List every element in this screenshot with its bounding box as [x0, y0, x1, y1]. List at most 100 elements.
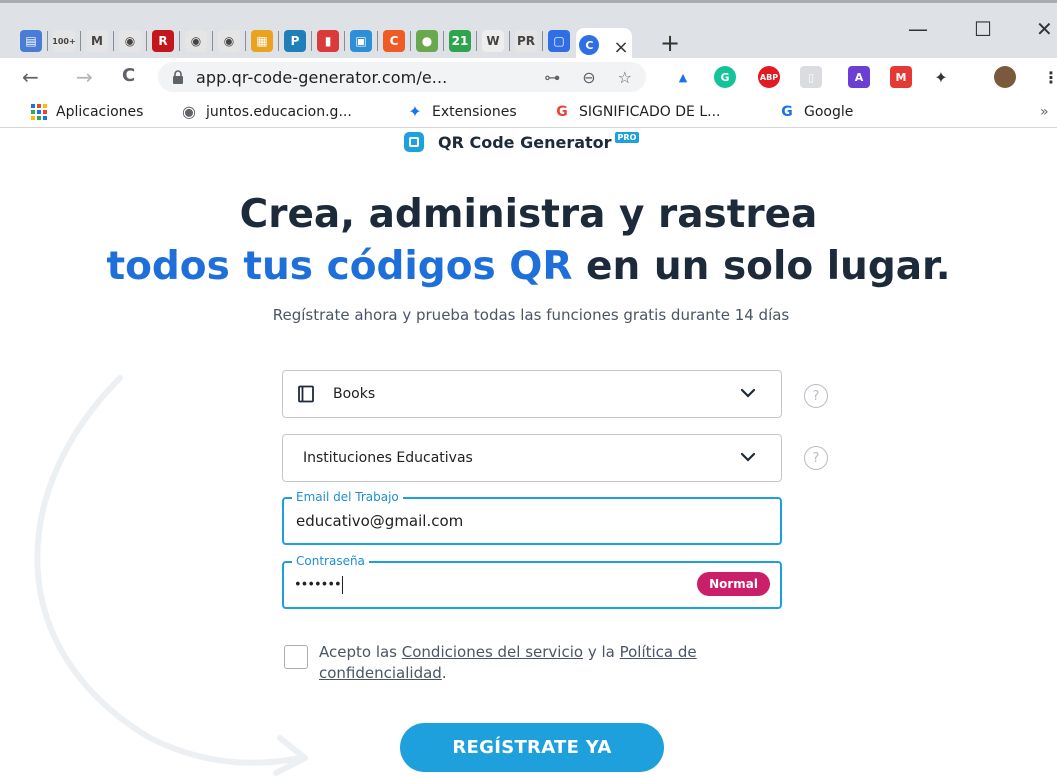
bookmarks-overflow-icon[interactable]: »: [1040, 104, 1049, 120]
email-field[interactable]: Email del Trabajo educativo@gmail.com: [282, 490, 782, 545]
maximize-icon[interactable]: ☐: [974, 17, 992, 41]
red-r-icon[interactable]: R: [152, 30, 174, 52]
category-select[interactable]: Books: [282, 370, 782, 418]
category-value: Books: [333, 386, 376, 402]
orange-c-icon[interactable]: C: [383, 30, 405, 52]
purple-a-icon[interactable]: A: [848, 66, 870, 88]
profile-avatar-icon[interactable]: [994, 66, 1016, 88]
red-m-icon[interactable]: M: [890, 66, 912, 88]
tab-separator: [509, 31, 510, 51]
email-value[interactable]: educativo@gmail.com: [296, 512, 463, 530]
globe-icon[interactable]: ◉: [185, 30, 207, 52]
calendar-icon[interactable]: ▤: [20, 30, 42, 52]
brand-logo[interactable]: QR Code Generator PRO: [404, 131, 640, 152]
active-tab[interactable]: C ×: [576, 28, 632, 62]
terms-of-service-link[interactable]: Condiciones del servicio: [402, 643, 583, 661]
reload-icon[interactable]: C: [122, 65, 135, 86]
tab-list: ▤ 100+ M ◉ R ◉ ◉ ▦ P ▮ ▣ C ● 21 W PR ▢ C × +: [20, 27, 680, 62]
tab-separator: [80, 31, 81, 51]
page-content: QR Code Generator PRO Crea, administra y…: [0, 128, 1057, 776]
password-strength-badge: Normal: [697, 572, 770, 596]
bookmark-google[interactable]: G Google: [778, 103, 853, 121]
pr-icon[interactable]: PR: [515, 30, 537, 52]
tab-separator: [410, 31, 411, 51]
terms-text: Acepto las Condiciones del servicio y la…: [319, 643, 697, 682]
register-button[interactable]: REGÍSTRATE YA: [400, 723, 664, 772]
close-window-icon[interactable]: ✕: [1036, 17, 1053, 41]
bookmark-label: SIGNIFICADO DE L...: [579, 103, 721, 120]
tab-separator: [542, 31, 543, 51]
puzzle-app-icon[interactable]: ▦: [251, 30, 273, 52]
category-help-icon[interactable]: ?: [804, 384, 828, 408]
book-icon[interactable]: ▮: [317, 30, 339, 52]
tab-separator: [245, 31, 246, 51]
bookmark-extensiones[interactable]: ✦ Extensiones: [406, 102, 517, 121]
zoom-icon[interactable]: ⊖: [582, 68, 595, 87]
url-text[interactable]: app.qr-code-generator.com/e...: [196, 68, 447, 87]
forward-icon[interactable]: →: [76, 65, 93, 89]
new-tab-icon[interactable]: +: [660, 29, 680, 57]
bookmarks-bar: Aplicaciones ◉ juntos.educacion.g... ✦ E…: [0, 96, 1057, 128]
password-field[interactable]: Contraseña ••••••• Normal: [282, 554, 782, 609]
headline-line-1: Crea, administra y rastrea: [239, 192, 818, 237]
colorful-circle-icon[interactable]: ●: [416, 30, 438, 52]
globe-icon[interactable]: ◉: [218, 30, 240, 52]
bookmark-label: juntos.educacion.g...: [206, 103, 352, 120]
brand-name: QR Code Generator: [438, 132, 612, 152]
tool-icon[interactable]: ▣: [350, 30, 372, 52]
tab-separator: [311, 31, 312, 51]
headline-highlight: todos tus códigos QR: [106, 244, 573, 289]
tab-separator: [47, 31, 48, 51]
bookmark-juntos[interactable]: ◉ juntos.educacion.g...: [180, 102, 352, 121]
gmail-counter-icon[interactable]: 100+: [52, 30, 76, 52]
tab-separator: [212, 31, 213, 51]
lock-icon: [173, 70, 183, 84]
menu-dots-icon[interactable]: ⋮: [1040, 66, 1057, 88]
globe-icon[interactable]: ◉: [119, 30, 141, 52]
green-21-icon[interactable]: 21: [449, 30, 471, 52]
tab-separator: [377, 31, 378, 51]
organization-select[interactable]: Instituciones Educativas: [282, 434, 782, 482]
key-icon[interactable]: ⊶: [544, 68, 560, 87]
apps-grid-icon: [30, 103, 48, 121]
grammarly-icon[interactable]: G: [714, 66, 736, 88]
chevron-down-icon: [739, 383, 757, 404]
wikipedia-icon[interactable]: W: [482, 30, 504, 52]
google-icon: G: [556, 103, 568, 120]
tab-separator: [476, 31, 477, 51]
tab-separator: [443, 31, 444, 51]
bookmark-label: Aplicaciones: [56, 103, 144, 120]
password-value[interactable]: •••••••: [294, 576, 343, 594]
subtitle: Regístrate ahora y prueba todas las func…: [272, 306, 790, 324]
bookmark-label: Google: [804, 103, 854, 120]
bookmark-label: Extensiones: [432, 103, 517, 120]
headline-rest: en un solo lugar.: [572, 244, 951, 289]
bookmark-aplicaciones[interactable]: Aplicaciones: [30, 103, 143, 121]
tab-separator: [179, 31, 180, 51]
back-icon[interactable]: ←: [22, 65, 39, 89]
star-icon[interactable]: ☆: [618, 68, 632, 87]
pinterest-icon[interactable]: P: [284, 30, 306, 52]
book-icon: [298, 385, 314, 403]
google-icon: G: [781, 103, 793, 120]
password-label: Contraseña: [292, 554, 369, 568]
terms-checkbox[interactable]: [284, 645, 308, 669]
globe-icon: ◉: [182, 102, 196, 121]
chevron-down-icon: [739, 447, 757, 468]
close-tab-icon[interactable]: ×: [613, 37, 628, 58]
qr-logo-icon: [404, 132, 424, 152]
gmail-icon[interactable]: M: [86, 30, 108, 52]
document-icon[interactable]: ▯: [800, 66, 822, 88]
blue-square-icon[interactable]: ▢: [548, 30, 570, 52]
puzzle-icon[interactable]: ✦: [930, 66, 952, 88]
tab-separator: [344, 31, 345, 51]
tab-separator: [278, 31, 279, 51]
address-bar[interactable]: app.qr-code-generator.com/e... ⊶ ⊖ ☆: [158, 62, 646, 92]
bookmark-significado[interactable]: G SIGNIFICADO DE L...: [553, 103, 720, 121]
adblock-icon[interactable]: ABP: [758, 66, 780, 88]
tab-separator: [113, 31, 114, 51]
headline-line-2: todos tus códigos QR en un solo lugar.: [0, 242, 1057, 292]
blue-cap-icon[interactable]: ▲: [672, 66, 694, 88]
organization-help-icon[interactable]: ?: [804, 446, 828, 470]
minimize-icon[interactable]: —: [908, 17, 928, 41]
